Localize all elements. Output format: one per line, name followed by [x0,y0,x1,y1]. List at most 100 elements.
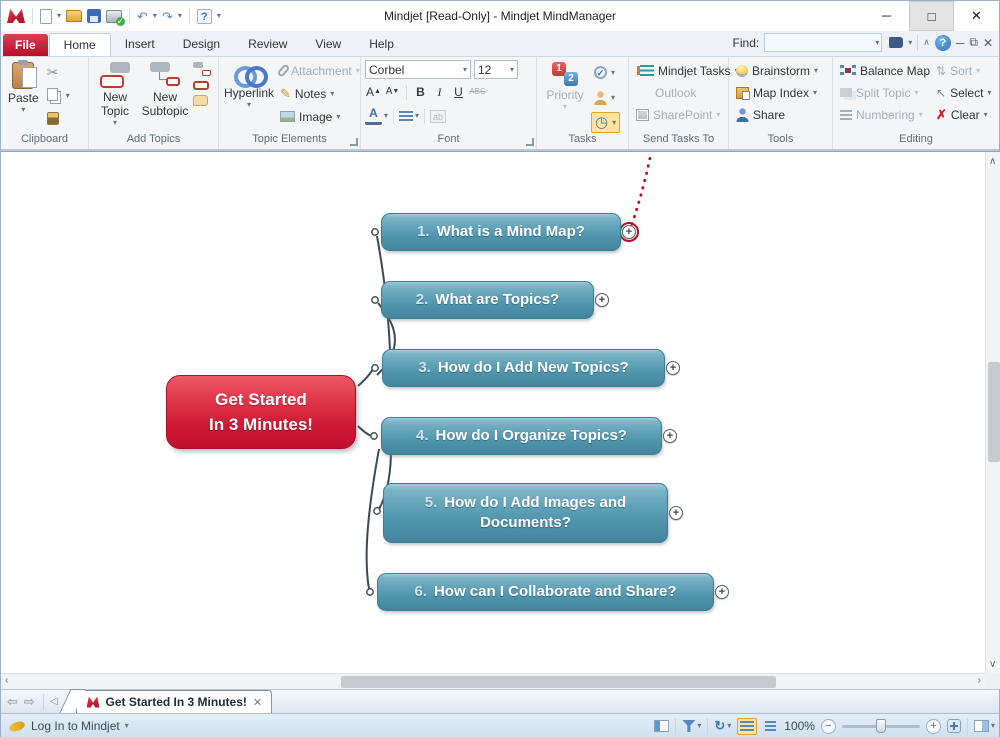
expand-plus-topic-5[interactable]: + [669,506,683,520]
share-button[interactable]: Share [733,104,788,125]
detail-dropdown[interactable]: ▾ [727,722,731,730]
open-icon[interactable] [66,10,82,22]
strikethrough-button[interactable]: ABC [469,83,486,101]
task-info-dropdown[interactable]: ▾ [612,119,616,127]
tab-help[interactable]: Help [355,33,408,56]
doc-close-icon[interactable]: ✕ [983,36,993,50]
horizontal-scroll-thumb[interactable] [341,676,776,688]
new-document-icon[interactable] [40,9,52,24]
redo-icon[interactable]: ↷ [162,10,173,23]
fit-map-icon[interactable] [947,719,961,733]
font-size-select[interactable]: 12▾ [474,60,518,79]
progress-dropdown[interactable]: ▾ [611,69,615,77]
document-tab[interactable]: Get Started In 3 Minutes! ✕ [76,690,273,713]
central-topic[interactable]: Get Started In 3 Minutes! [166,375,356,449]
align-icon[interactable] [399,111,413,121]
new-topic-button[interactable]: New Topic ▾ [93,60,137,129]
login-link[interactable]: Log In to Mindjet [31,719,120,733]
new-subtopic-button[interactable]: New Subtopic [139,60,191,121]
underline-button[interactable]: U [450,83,467,101]
topic-1[interactable]: 1.What is a Mind Map? [381,213,621,251]
copy-dropdown[interactable]: ▾ [66,92,70,100]
customize-qat-dropdown[interactable]: ▾ [217,12,221,20]
tab-home[interactable]: Home [49,33,111,56]
brainstorm-button[interactable]: Brainstorm▾ [733,60,821,81]
search-options-dropdown[interactable]: ▾ [908,39,912,47]
new-document-dropdown[interactable]: ▾ [57,12,61,20]
progress-icon[interactable]: ✓ [594,66,607,79]
nav-forward-icon[interactable]: ⇨ [24,694,35,710]
find-dropdown[interactable]: ▾ [875,39,879,47]
expand-plus-topic-3[interactable]: + [666,361,680,375]
font-family-select[interactable]: Corbel▾ [365,60,471,79]
paste-button[interactable]: Paste ▾ [5,60,42,116]
vertical-scrollbar[interactable]: ∧ ∨ [985,152,1000,674]
resources-dropdown[interactable]: ▾ [611,94,615,102]
help-ball-icon[interactable]: ? [935,35,951,51]
login-dropdown[interactable]: ▾ [125,722,129,730]
notes-button[interactable]: ✎Notes▾ [277,83,363,104]
collapse-ribbon-icon[interactable]: ∧ [923,37,930,48]
italic-button[interactable]: I [431,83,448,101]
resources-icon[interactable] [594,91,607,105]
close-button[interactable]: ✕ [954,1,999,31]
dialog-launcher-icon[interactable] [350,138,358,146]
insert-topic-after-icon[interactable] [193,62,211,76]
cut-icon[interactable]: ✂ [47,64,59,81]
dialog-launcher-icon[interactable] [526,138,534,146]
balance-map-button[interactable]: Balance Map [837,60,933,81]
expand-plus-topic-4[interactable]: + [663,429,677,443]
clear-button[interactable]: ✗Clear▾ [933,104,994,125]
font-color-dropdown[interactable]: ▾ [384,112,388,120]
filter-icon[interactable] [682,720,695,732]
floating-topic-icon[interactable] [193,81,209,90]
expand-plus-topic-6[interactable]: + [715,585,729,599]
zoom-in-icon[interactable]: + [926,719,941,734]
print-icon[interactable] [106,10,122,23]
collapse-map-icon[interactable] [740,721,754,732]
filter-dropdown[interactable]: ▾ [697,722,701,730]
tab-review[interactable]: Review [234,33,301,56]
zoom-out-icon[interactable]: − [821,719,836,734]
topic-3[interactable]: 3.How do I Add New Topics? [382,349,665,387]
scroll-down-arrow[interactable]: ∨ [989,659,996,670]
hyperlink-button[interactable]: Hyperlink ▾ [223,60,275,111]
horizontal-scrollbar[interactable]: ‹ › [1,673,985,689]
copy-icon[interactable] [47,88,58,101]
redo-dropdown[interactable]: ▾ [178,12,182,20]
minimize-button[interactable]: ─ [864,1,909,31]
binoculars-icon[interactable] [887,37,903,48]
zoom-slider-thumb[interactable] [876,719,886,733]
undo-icon[interactable]: ↶ [137,10,148,23]
scroll-up-arrow[interactable]: ∧ [989,156,996,167]
map-index-button[interactable]: Map Index▾ [733,82,820,103]
vertical-scroll-thumb[interactable] [988,362,1000,462]
undo-dropdown[interactable]: ▾ [153,12,157,20]
view-mode-icon[interactable] [974,720,989,732]
tab-insert[interactable]: Insert [111,33,169,56]
sharepoint-button[interactable]: SharePoint▾ [633,104,723,125]
bold-button[interactable]: B [412,83,429,101]
topic-5[interactable]: 5.How do I Add Images and Documents? [383,483,668,543]
show-panes-icon[interactable] [654,720,669,732]
zoom-slider[interactable] [842,725,920,728]
tab-scroll-left-icon[interactable]: ◁ [50,696,58,707]
select-button[interactable]: ↖Select▾ [933,82,994,103]
numbering-button[interactable]: Numbering▾ [837,104,933,125]
format-painter-icon[interactable] [47,112,59,125]
tab-design[interactable]: Design [169,33,234,56]
outlook-button[interactable]: Outlook [633,82,699,103]
expand-plus-topic-1[interactable]: + [622,225,636,239]
topic-4[interactable]: 4.How do I Organize Topics? [381,417,662,455]
split-topic-button[interactable]: Split Topic▾ [837,82,933,103]
expand-plus-topic-2[interactable]: + [595,293,609,307]
doc-restore-icon[interactable]: ⧉ [969,35,978,50]
nav-back-icon[interactable]: ⇦ [7,694,18,710]
help-icon[interactable]: ? [197,9,212,24]
tab-view[interactable]: View [301,33,355,56]
align-dropdown[interactable]: ▾ [415,112,419,120]
callout-icon[interactable] [193,95,208,106]
maximize-button[interactable]: □ [909,1,954,31]
tab-file[interactable]: File [3,34,48,56]
find-input[interactable] [764,33,882,52]
